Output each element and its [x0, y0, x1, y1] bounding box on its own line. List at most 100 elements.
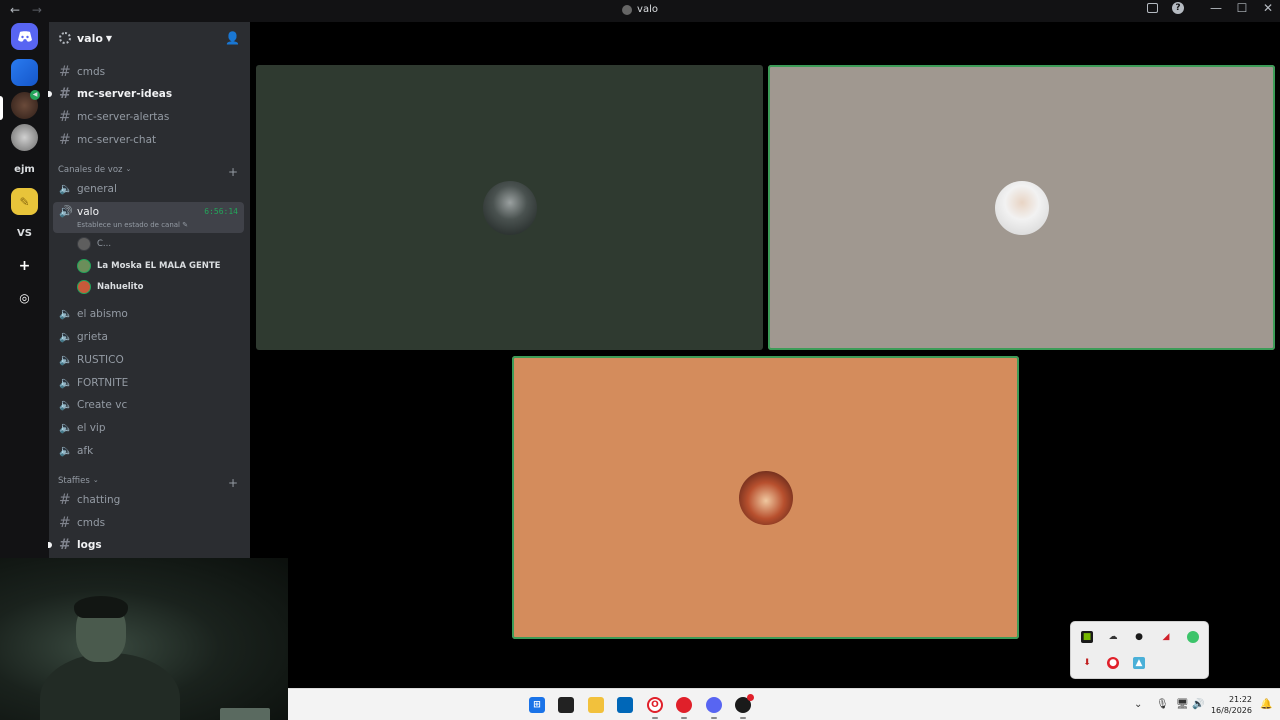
- server-icon-ejm[interactable]: ejm: [11, 156, 38, 183]
- utility-icon[interactable]: ▲: [1133, 657, 1145, 669]
- channel-mc-server-ideas[interactable]: # mc-server-ideas: [48, 83, 244, 104]
- windows-start-icon[interactable]: ⊞: [529, 697, 545, 713]
- channel-mc-server-alertas[interactable]: # mc-server-alertas: [53, 106, 244, 127]
- channel-label: chatting: [77, 493, 121, 506]
- taskbar: ⊞ O ⌄ 🎙 🖥 🔊 21:22 16/8/2026 🔔: [288, 688, 1280, 720]
- hash-icon: #: [59, 85, 71, 102]
- channel-chatting[interactable]: # chatting: [53, 489, 244, 510]
- voice-active-icon: ◀: [30, 90, 40, 100]
- record-icon[interactable]: ●: [1107, 657, 1119, 669]
- invite-people-icon[interactable]: 👤: [225, 31, 240, 45]
- notification-bell-icon[interactable]: 🔔: [1260, 699, 1272, 710]
- microphone-icon[interactable]: 🎙: [1156, 699, 1169, 710]
- category-voice[interactable]: Canales de voz ⌄ +: [58, 165, 238, 179]
- voice-channel-valo[interactable]: 🔊 valo 6:56:14 Establece un estado de ca…: [53, 202, 244, 233]
- channel-label: mc-server-alertas: [77, 110, 170, 123]
- voice-member[interactable]: La Moska EL MALA GENTE: [77, 259, 221, 273]
- add-channel-icon[interactable]: +: [228, 165, 238, 179]
- add-channel-icon[interactable]: +: [228, 476, 238, 490]
- channel-label: valo: [77, 206, 99, 218]
- voice-member[interactable]: C...: [77, 237, 111, 251]
- back-button[interactable]: ←: [10, 3, 20, 17]
- chevron-up-icon[interactable]: ⌄: [1134, 699, 1142, 710]
- channel-label: FORTNITE: [77, 376, 129, 389]
- voice-channel-create-vc[interactable]: 🔈 Create vc: [53, 394, 244, 415]
- cloud-off-icon[interactable]: ☁: [1107, 631, 1119, 643]
- speaker-icon: 🔈: [59, 421, 73, 434]
- channel-sidebar: valo ▼ 👤 # cmds # mc-server-ideas # mc-serv…: [48, 22, 250, 558]
- participant-tile-witcher[interactable]: [256, 65, 763, 350]
- voice-channel-el-abismo[interactable]: 🔈 el abismo: [53, 303, 244, 324]
- add-server-icon[interactable]: +: [11, 252, 38, 279]
- green-status-icon[interactable]: [1187, 631, 1199, 643]
- server-icon-yellow[interactable]: ✎: [11, 188, 38, 215]
- server-icon-blue[interactable]: [11, 59, 38, 86]
- red-app-icon[interactable]: [676, 697, 692, 713]
- voice-channel-el-vip[interactable]: 🔈 el vip: [53, 417, 244, 438]
- inbox-icon[interactable]: [1147, 3, 1158, 13]
- hash-icon: #: [59, 131, 71, 148]
- title-bar: ← → valo ? — ☐ ✕: [0, 0, 1280, 22]
- channel-label: mc-server-chat: [77, 133, 157, 146]
- maximize-button[interactable]: ☐: [1236, 2, 1248, 14]
- task-view-icon[interactable]: [558, 697, 574, 713]
- channel-label: mc-server-ideas: [77, 87, 173, 100]
- minimize-button[interactable]: —: [1210, 2, 1222, 14]
- participant-tile-man[interactable]: [768, 65, 1275, 350]
- channel-mc-server-chat[interactable]: # mc-server-chat: [53, 129, 244, 150]
- volume-icon[interactable]: 🔊: [1192, 699, 1204, 710]
- amd-icon[interactable]: ◢: [1160, 631, 1172, 643]
- app-tray-icon[interactable]: ●: [1133, 631, 1145, 643]
- window-controls: ? — ☐ ✕: [1147, 2, 1274, 14]
- participant-tile-anime[interactable]: [512, 356, 1019, 639]
- running-indicator: [652, 717, 658, 719]
- file-explorer-icon[interactable]: [588, 697, 604, 713]
- close-button[interactable]: ✕: [1262, 2, 1274, 14]
- voice-member[interactable]: Nahuelito: [77, 280, 143, 294]
- store-icon[interactable]: [617, 697, 633, 713]
- download-icon[interactable]: ⬇: [1081, 657, 1093, 669]
- speaker-icon: 🔈: [59, 330, 73, 343]
- speaker-icon: 🔈: [59, 398, 73, 411]
- server-icon-wolf[interactable]: [11, 124, 38, 151]
- system-clock[interactable]: 21:22 16/8/2026: [1211, 694, 1252, 716]
- speaker-icon: 🔈: [59, 444, 73, 457]
- forward-button[interactable]: →: [32, 3, 42, 17]
- pencil-icon: ✎: [182, 221, 189, 229]
- voice-channel-fortnite[interactable]: 🔈 FORTNITE: [53, 372, 244, 393]
- server-icon-vs[interactable]: VS: [11, 220, 38, 247]
- channel-cmds-staff[interactable]: # cmds: [53, 512, 244, 533]
- avatar: [77, 259, 91, 273]
- avatar: [994, 180, 1049, 235]
- running-indicator: [681, 717, 687, 719]
- discover-icon[interactable]: ◎: [11, 284, 38, 311]
- hash-icon: #: [59, 108, 71, 125]
- discord-taskbar-icon[interactable]: [706, 697, 722, 713]
- channel-status-prompt[interactable]: Establece un estado de canal ✎: [77, 221, 188, 229]
- channel-label: el vip: [77, 421, 106, 434]
- help-icon[interactable]: ?: [1172, 2, 1184, 14]
- voice-channel-grieta[interactable]: 🔈 grieta: [53, 326, 244, 347]
- avatar: [77, 280, 91, 294]
- voice-channel-afk[interactable]: 🔈 afk: [53, 440, 244, 461]
- running-indicator: [711, 717, 717, 719]
- channel-logs[interactable]: # logs: [48, 534, 244, 555]
- server-settings-icon: [59, 32, 71, 44]
- history-nav: ← →: [10, 3, 50, 17]
- member-name: La Moska EL MALA GENTE: [97, 261, 221, 271]
- opera-icon[interactable]: O: [647, 697, 663, 713]
- record-app-icon[interactable]: [735, 694, 754, 713]
- server-icon-valo[interactable]: ◀: [11, 90, 40, 119]
- discord-home-icon[interactable]: [11, 23, 38, 50]
- channel-label: general: [77, 182, 117, 195]
- guild-header[interactable]: valo ▼ 👤: [49, 22, 250, 54]
- nvidia-icon[interactable]: ■: [1081, 631, 1093, 643]
- voice-channel-general[interactable]: 🔈 general: [53, 178, 244, 199]
- chevron-down-icon: ⌄: [92, 476, 99, 484]
- channel-cmds[interactable]: # cmds: [53, 61, 244, 82]
- category-staffies[interactable]: Staffies ⌄ +: [58, 476, 238, 490]
- channel-label: logs: [77, 538, 102, 551]
- network-icon[interactable]: 🖥: [1176, 699, 1189, 710]
- speaker-icon: 🔈: [59, 353, 73, 366]
- voice-channel-rustico[interactable]: 🔈 RUSTICO: [53, 349, 244, 370]
